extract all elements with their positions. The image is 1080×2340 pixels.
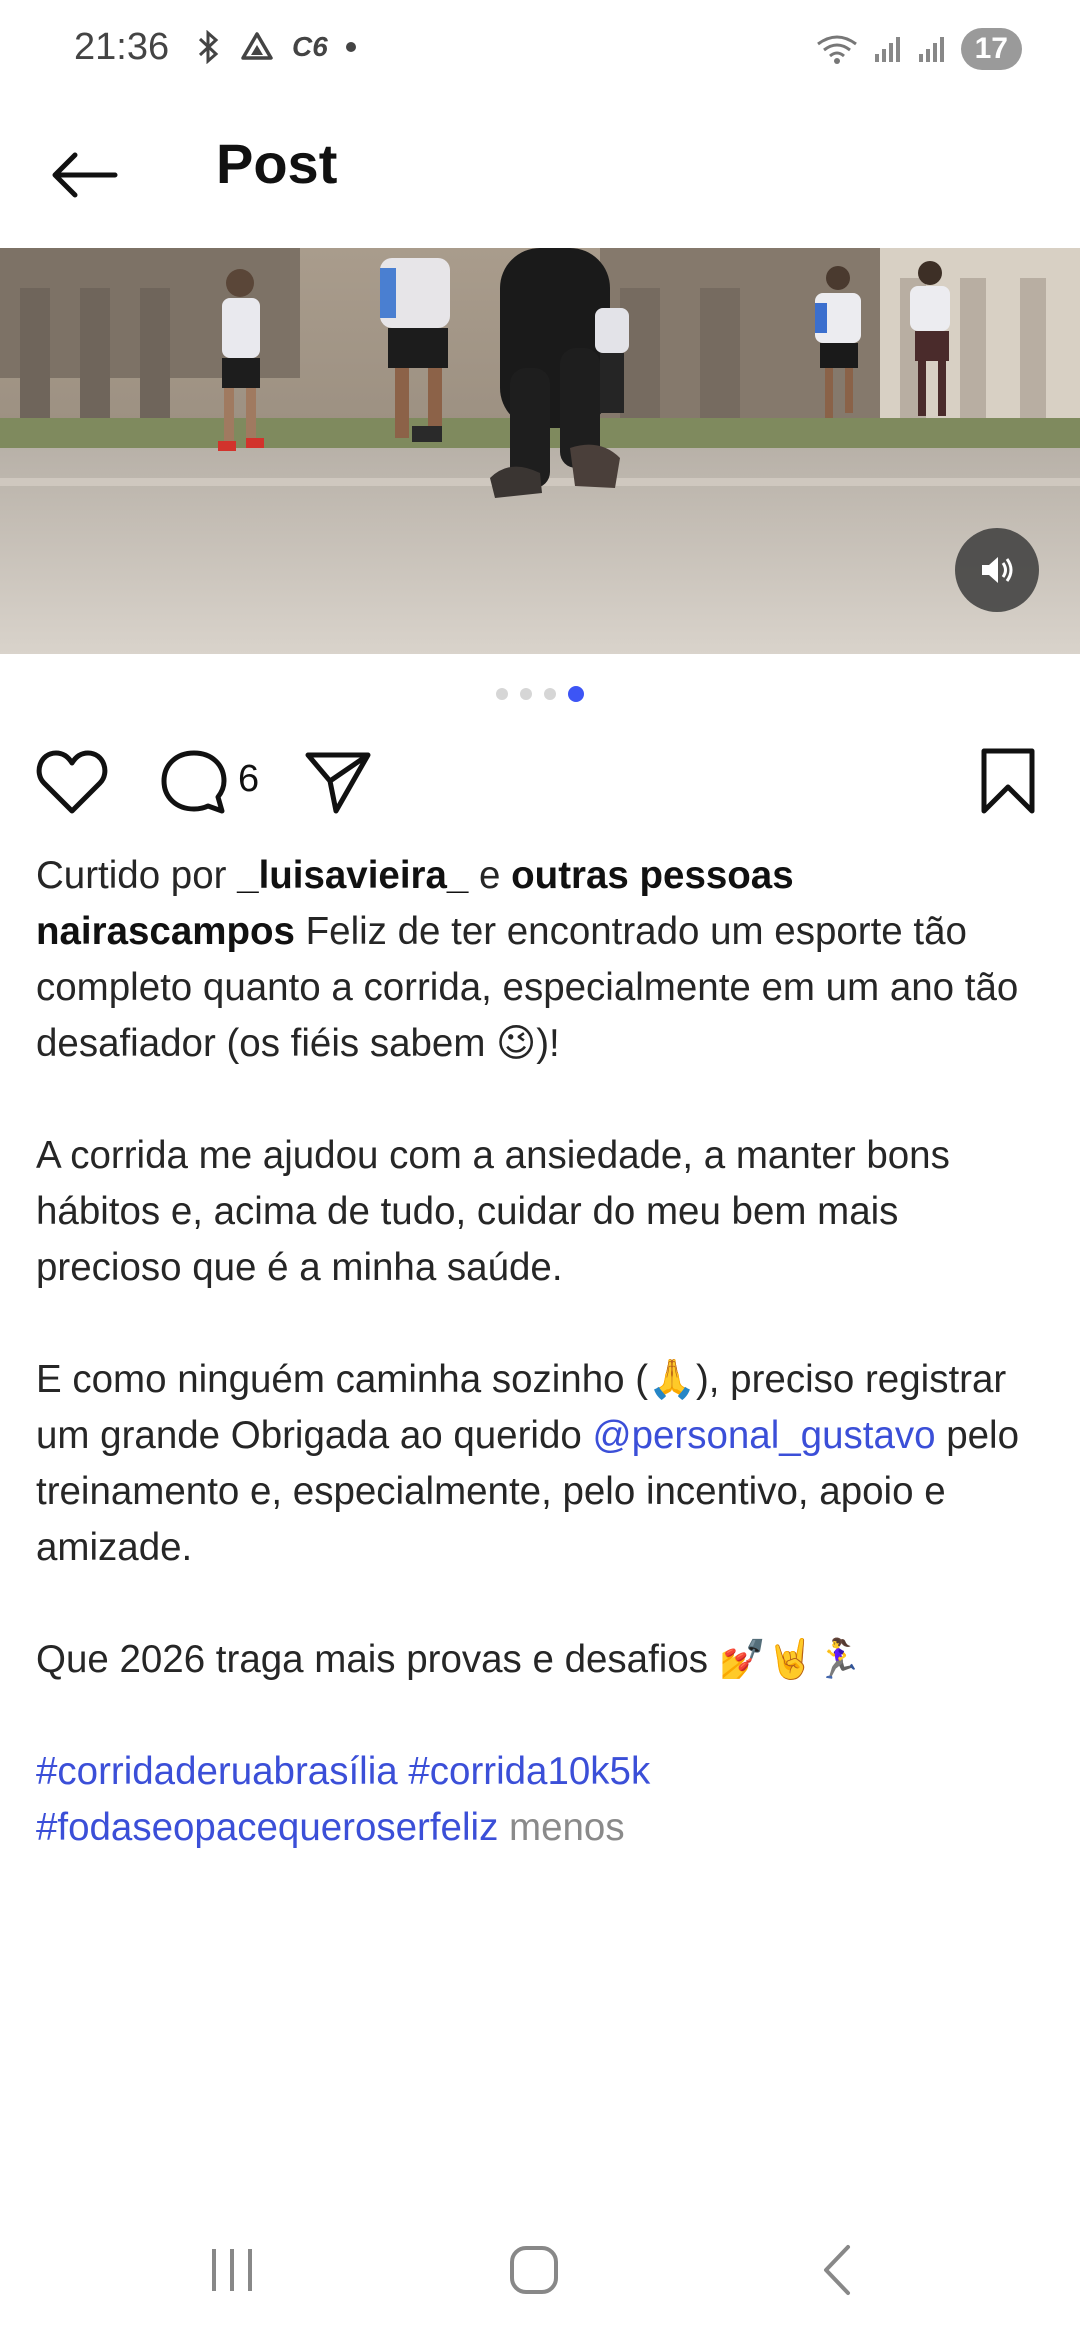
audio-toggle-button[interactable]: [955, 528, 1039, 612]
back-button[interactable]: [44, 135, 124, 215]
back-nav-button[interactable]: [788, 2235, 888, 2305]
hashtag-link[interactable]: #corridaderuabrasília: [36, 1750, 398, 1793]
running-photo: [0, 248, 1080, 654]
arrow-left-icon: [52, 152, 118, 198]
carrier-badge: C6: [292, 31, 328, 62]
save-button[interactable]: [968, 740, 1048, 824]
caption-paragraph-4: Que 2026 traga mais provas e desafios 💅🤘…: [36, 1638, 863, 1681]
liked-conj: e: [479, 854, 501, 897]
comment-button[interactable]: [154, 740, 234, 824]
caption-paragraph-1: nairascampos Feliz de ter encontrado um …: [36, 904, 1046, 1072]
post-caption: Curtido por _luisavieira_ e outras pesso…: [36, 848, 1046, 1856]
chevron-left-icon: [824, 2245, 850, 2295]
home-button[interactable]: [484, 2235, 584, 2305]
liked-prefix: Curtido por: [36, 854, 227, 897]
less-button[interactable]: menos: [509, 1806, 625, 1849]
like-button[interactable]: [30, 740, 114, 824]
caption-paragraph-2: A corrida me ajudou com a ansiedade, a m…: [36, 1134, 950, 1289]
hashtags-line-2: #fodaseopacequeroserfeliz menos: [36, 1800, 1046, 1856]
heart-icon: [36, 750, 108, 814]
carousel-dot: [520, 688, 532, 700]
carousel-indicator: [0, 686, 1080, 702]
signal-icon: [874, 37, 900, 62]
recent-apps-icon: [212, 2249, 252, 2291]
carousel-dot-active: [568, 686, 584, 702]
drive-icon: [241, 32, 273, 60]
bookmark-icon: [981, 748, 1035, 814]
bluetooth-icon: [198, 30, 219, 64]
action-bar: [0, 740, 1080, 830]
liked-others-link[interactable]: outras pessoas: [511, 854, 793, 897]
hashtags-line-1: #corridaderuabrasília #corrida10k5k: [36, 1744, 1046, 1800]
share-button[interactable]: [298, 740, 378, 824]
status-icons-right: 17: [815, 28, 1022, 70]
page-title: Post: [216, 132, 338, 195]
send-icon: [305, 752, 371, 814]
notification-dot-icon: [345, 42, 356, 52]
recent-apps-button[interactable]: [182, 2235, 282, 2305]
hashtag-link[interactable]: #corrida10k5k: [408, 1750, 650, 1793]
wifi-icon: [816, 35, 857, 64]
comment-icon: [161, 750, 227, 814]
system-nav-bar: [0, 2200, 1080, 2340]
header: Post: [0, 105, 1080, 245]
post-image[interactable]: [0, 248, 1080, 654]
caption-paragraph-3: E como ninguém caminha sozinho (🙏), prec…: [36, 1352, 1046, 1576]
battery-badge: 17: [960, 28, 1022, 70]
comment-count: 6: [238, 758, 260, 800]
mention-link[interactable]: @personal_gustavo: [593, 1414, 936, 1457]
signal-icon: [918, 37, 944, 62]
speaker-icon: [982, 557, 1013, 583]
status-icons-left: C6: [196, 30, 356, 64]
liked-user-link[interactable]: _luisavieira_: [237, 854, 468, 897]
author-username[interactable]: nairascampos: [36, 910, 295, 953]
likes-line: Curtido por _luisavieira_ e outras pesso…: [36, 848, 1046, 904]
carousel-dot: [544, 688, 556, 700]
status-time: 21:36: [74, 26, 170, 68]
hashtag-link[interactable]: #fodaseopacequeroserfeliz: [36, 1806, 498, 1849]
carousel-dot: [496, 688, 508, 700]
status-bar: 21:36 C6 17: [0, 0, 1080, 105]
home-icon: [510, 2246, 558, 2294]
